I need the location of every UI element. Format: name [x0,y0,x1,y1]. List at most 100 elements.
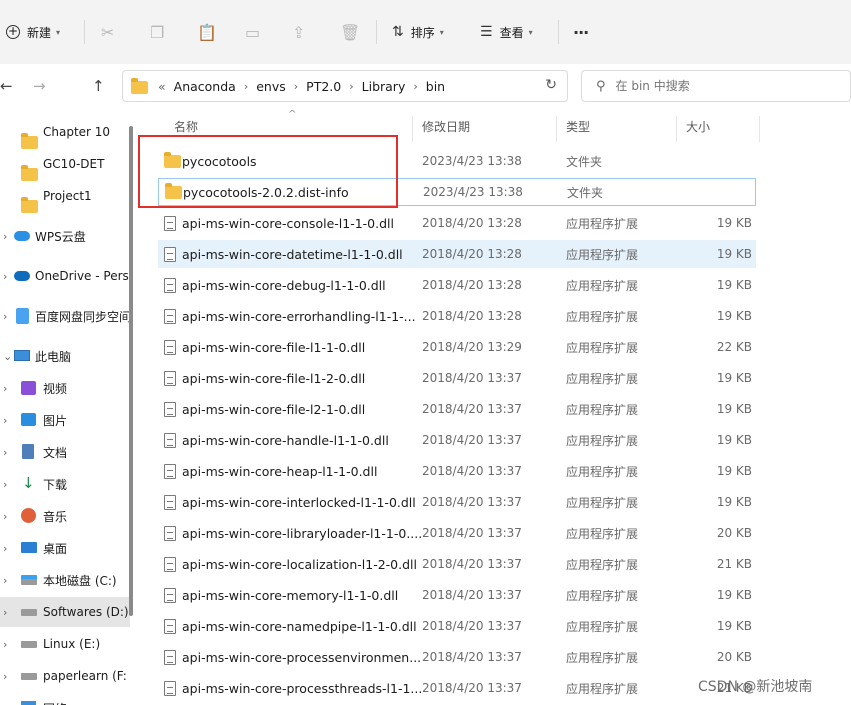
sidebar-item-pictures[interactable]: › 图片 [0,405,130,435]
copy-button[interactable]: ❐ [150,19,164,45]
column-header-label: 名称 [174,120,199,134]
file-row[interactable]: api-ms-win-core-namedpipe-l1-1-0.dll 201… [158,612,756,640]
file-row[interactable]: api-ms-win-core-file-l2-1-0.dll 2018/4/2… [158,395,756,423]
sidebar-item-gc10-det[interactable]: GC10-DET [0,149,130,181]
dll-file-icon [164,308,176,324]
forward-arrow-icon[interactable]: → [33,77,46,95]
chevron-right-icon[interactable]: › [3,230,7,243]
sidebar-scrollbar[interactable] [129,126,133,616]
breadcrumb-item[interactable]: Library [362,79,406,94]
chevron-right-icon[interactable]: › [3,478,7,491]
chevron-right-icon[interactable]: › [3,702,7,705]
delete-button[interactable]: 🗑 [340,19,360,45]
file-date: 2023/4/23 13:38 [422,154,522,168]
windows-drive-icon [21,575,37,585]
wps-cloud-icon [14,231,30,241]
more-options-button[interactable]: ··· [573,19,589,45]
column-divider[interactable] [759,116,760,142]
file-row[interactable]: pycocotools-2.0.2.dist-info 2023/4/23 13… [158,178,756,206]
sidebar-item-documents[interactable]: › 文档 [0,437,130,467]
chevron-right-icon[interactable]: › [3,270,7,283]
file-row[interactable]: api-ms-win-core-file-l1-1-0.dll 2018/4/2… [158,333,756,361]
file-row[interactable]: api-ms-win-core-interlocked-l1-1-0.dll 2… [158,488,756,516]
drive-icon [21,609,37,616]
file-row[interactable]: api-ms-win-core-console-l1-1-0.dll 2018/… [158,209,756,237]
file-row[interactable]: api-ms-win-core-debug-l1-1-0.dll 2018/4/… [158,271,756,299]
file-row[interactable]: api-ms-win-core-localization-l1-2-0.dll … [158,550,756,578]
sidebar-item-wps-cloud[interactable]: › WPS云盘 [0,221,130,251]
up-arrow-icon[interactable]: ↑ [92,77,105,95]
chevron-right-icon[interactable]: › [3,382,7,395]
sidebar-item-project1[interactable]: Project1 [0,181,130,213]
sort-icon: ⇅ [392,24,404,40]
file-row[interactable]: api-ms-win-core-errorhandling-l1-1-... 2… [158,302,756,330]
file-row[interactable]: api-ms-win-core-handle-l1-1-0.dll 2018/4… [158,426,756,454]
refresh-icon[interactable]: ↻ [545,77,557,93]
view-button[interactable]: ☰ 查看 ▾ [480,19,533,45]
file-row[interactable]: pycocotools 2023/4/23 13:38 文件夹 [158,147,756,175]
breadcrumb-overflow[interactable]: « [158,79,166,94]
column-header-name[interactable]: 名称 [174,118,198,135]
sidebar-item-drive-f[interactable]: › paperlearn (F: [0,661,130,691]
back-arrow-icon[interactable]: ← [0,77,13,95]
scissors-icon: ✂ [101,22,115,42]
file-date: 2018/4/20 13:28 [422,278,522,292]
sort-button[interactable]: ⇅ 排序 ▾ [392,19,444,45]
cut-button[interactable]: ✂ [101,19,114,45]
file-date: 2018/4/20 13:37 [422,402,522,416]
sidebar-item-drive-e[interactable]: › Linux (E:) [0,629,130,659]
search-box[interactable]: ⚲ [581,70,851,102]
chevron-right-icon[interactable]: › [3,638,7,651]
sidebar-item-this-pc[interactable]: ⌄ 此电脑 [0,341,130,371]
search-input[interactable] [615,79,836,93]
sidebar-item-chapter-10[interactable]: Chapter 10 [0,117,130,149]
sidebar-item-downloads[interactable]: › ↓ 下载 [0,469,130,499]
chevron-right-icon[interactable]: › [3,414,7,427]
download-icon: ↓ [22,474,35,492]
sidebar-item-network[interactable]: › 网络 [0,693,130,705]
column-divider[interactable] [676,116,677,142]
chevron-right-icon[interactable]: › [3,310,7,323]
sidebar-item-music[interactable]: › 音乐 [0,501,130,531]
file-date: 2018/4/20 13:29 [422,340,522,354]
file-row[interactable]: api-ms-win-core-processthreads-l1-1... 2… [158,674,756,702]
column-divider[interactable] [412,116,413,142]
rename-button[interactable]: ▭ [245,19,260,45]
breadcrumb-item[interactable]: envs [256,79,286,94]
new-button[interactable]: + 新建 ▾ [6,19,60,45]
share-button[interactable]: ⇪ [292,19,305,45]
chevron-right-icon[interactable]: › [3,606,7,619]
chevron-right-icon[interactable]: › [3,510,7,523]
file-row[interactable]: api-ms-win-core-heap-l1-1-0.dll 2018/4/2… [158,457,756,485]
file-row[interactable]: api-ms-win-core-processenvironmen... 201… [158,643,756,671]
column-header-date[interactable]: 修改日期 [422,118,470,135]
file-name: api-ms-win-core-file-l1-2-0.dll [182,370,366,386]
column-divider[interactable] [556,116,557,142]
breadcrumb-item[interactable]: PT2.0 [306,79,341,94]
file-row[interactable]: api-ms-win-core-libraryloader-l1-1-0....… [158,519,756,547]
file-row[interactable]: api-ms-win-core-file-l1-2-0.dll 2018/4/2… [158,364,756,392]
chevron-right-icon[interactable]: › [3,574,7,587]
file-size: 19 KB [716,588,752,602]
breadcrumb-item[interactable]: Anaconda [174,79,236,94]
sidebar-item-videos[interactable]: › 视频 [0,373,130,403]
chevron-down-icon[interactable]: ⌄ [3,350,12,363]
column-header-size[interactable]: 大小 [686,118,710,135]
sidebar-item-drive-d[interactable]: › Softwares (D:) [0,597,130,627]
sidebar-item-baidu-netdisk[interactable]: › 百度网盘同步空间 [0,301,130,331]
sidebar-item-desktop[interactable]: › 桌面 [0,533,130,563]
paste-button[interactable]: 📋 [197,19,217,45]
file-row[interactable]: api-ms-win-core-datetime-l1-1-0.dll 2018… [158,240,756,268]
address-bar[interactable]: « Anaconda › envs › PT2.0 › Library › bi… [122,70,568,102]
chevron-right-icon[interactable]: › [3,542,7,555]
file-row[interactable]: api-ms-win-core-memory-l1-1-0.dll 2018/4… [158,581,756,609]
column-header-type[interactable]: 类型 [566,118,590,135]
sidebar-item-drive-c[interactable]: › 本地磁盘 (C:) [0,565,130,595]
file-type: 应用程序扩展 [566,247,639,262]
breadcrumb-item[interactable]: bin [426,79,445,94]
chevron-right-icon[interactable]: › [3,446,7,459]
dll-file-icon [164,494,176,510]
sidebar-item-label: paperlearn (F: [43,669,127,683]
chevron-right-icon[interactable]: › [3,670,7,683]
sidebar-item-onedrive[interactable]: › OneDrive - Pers [0,261,130,291]
